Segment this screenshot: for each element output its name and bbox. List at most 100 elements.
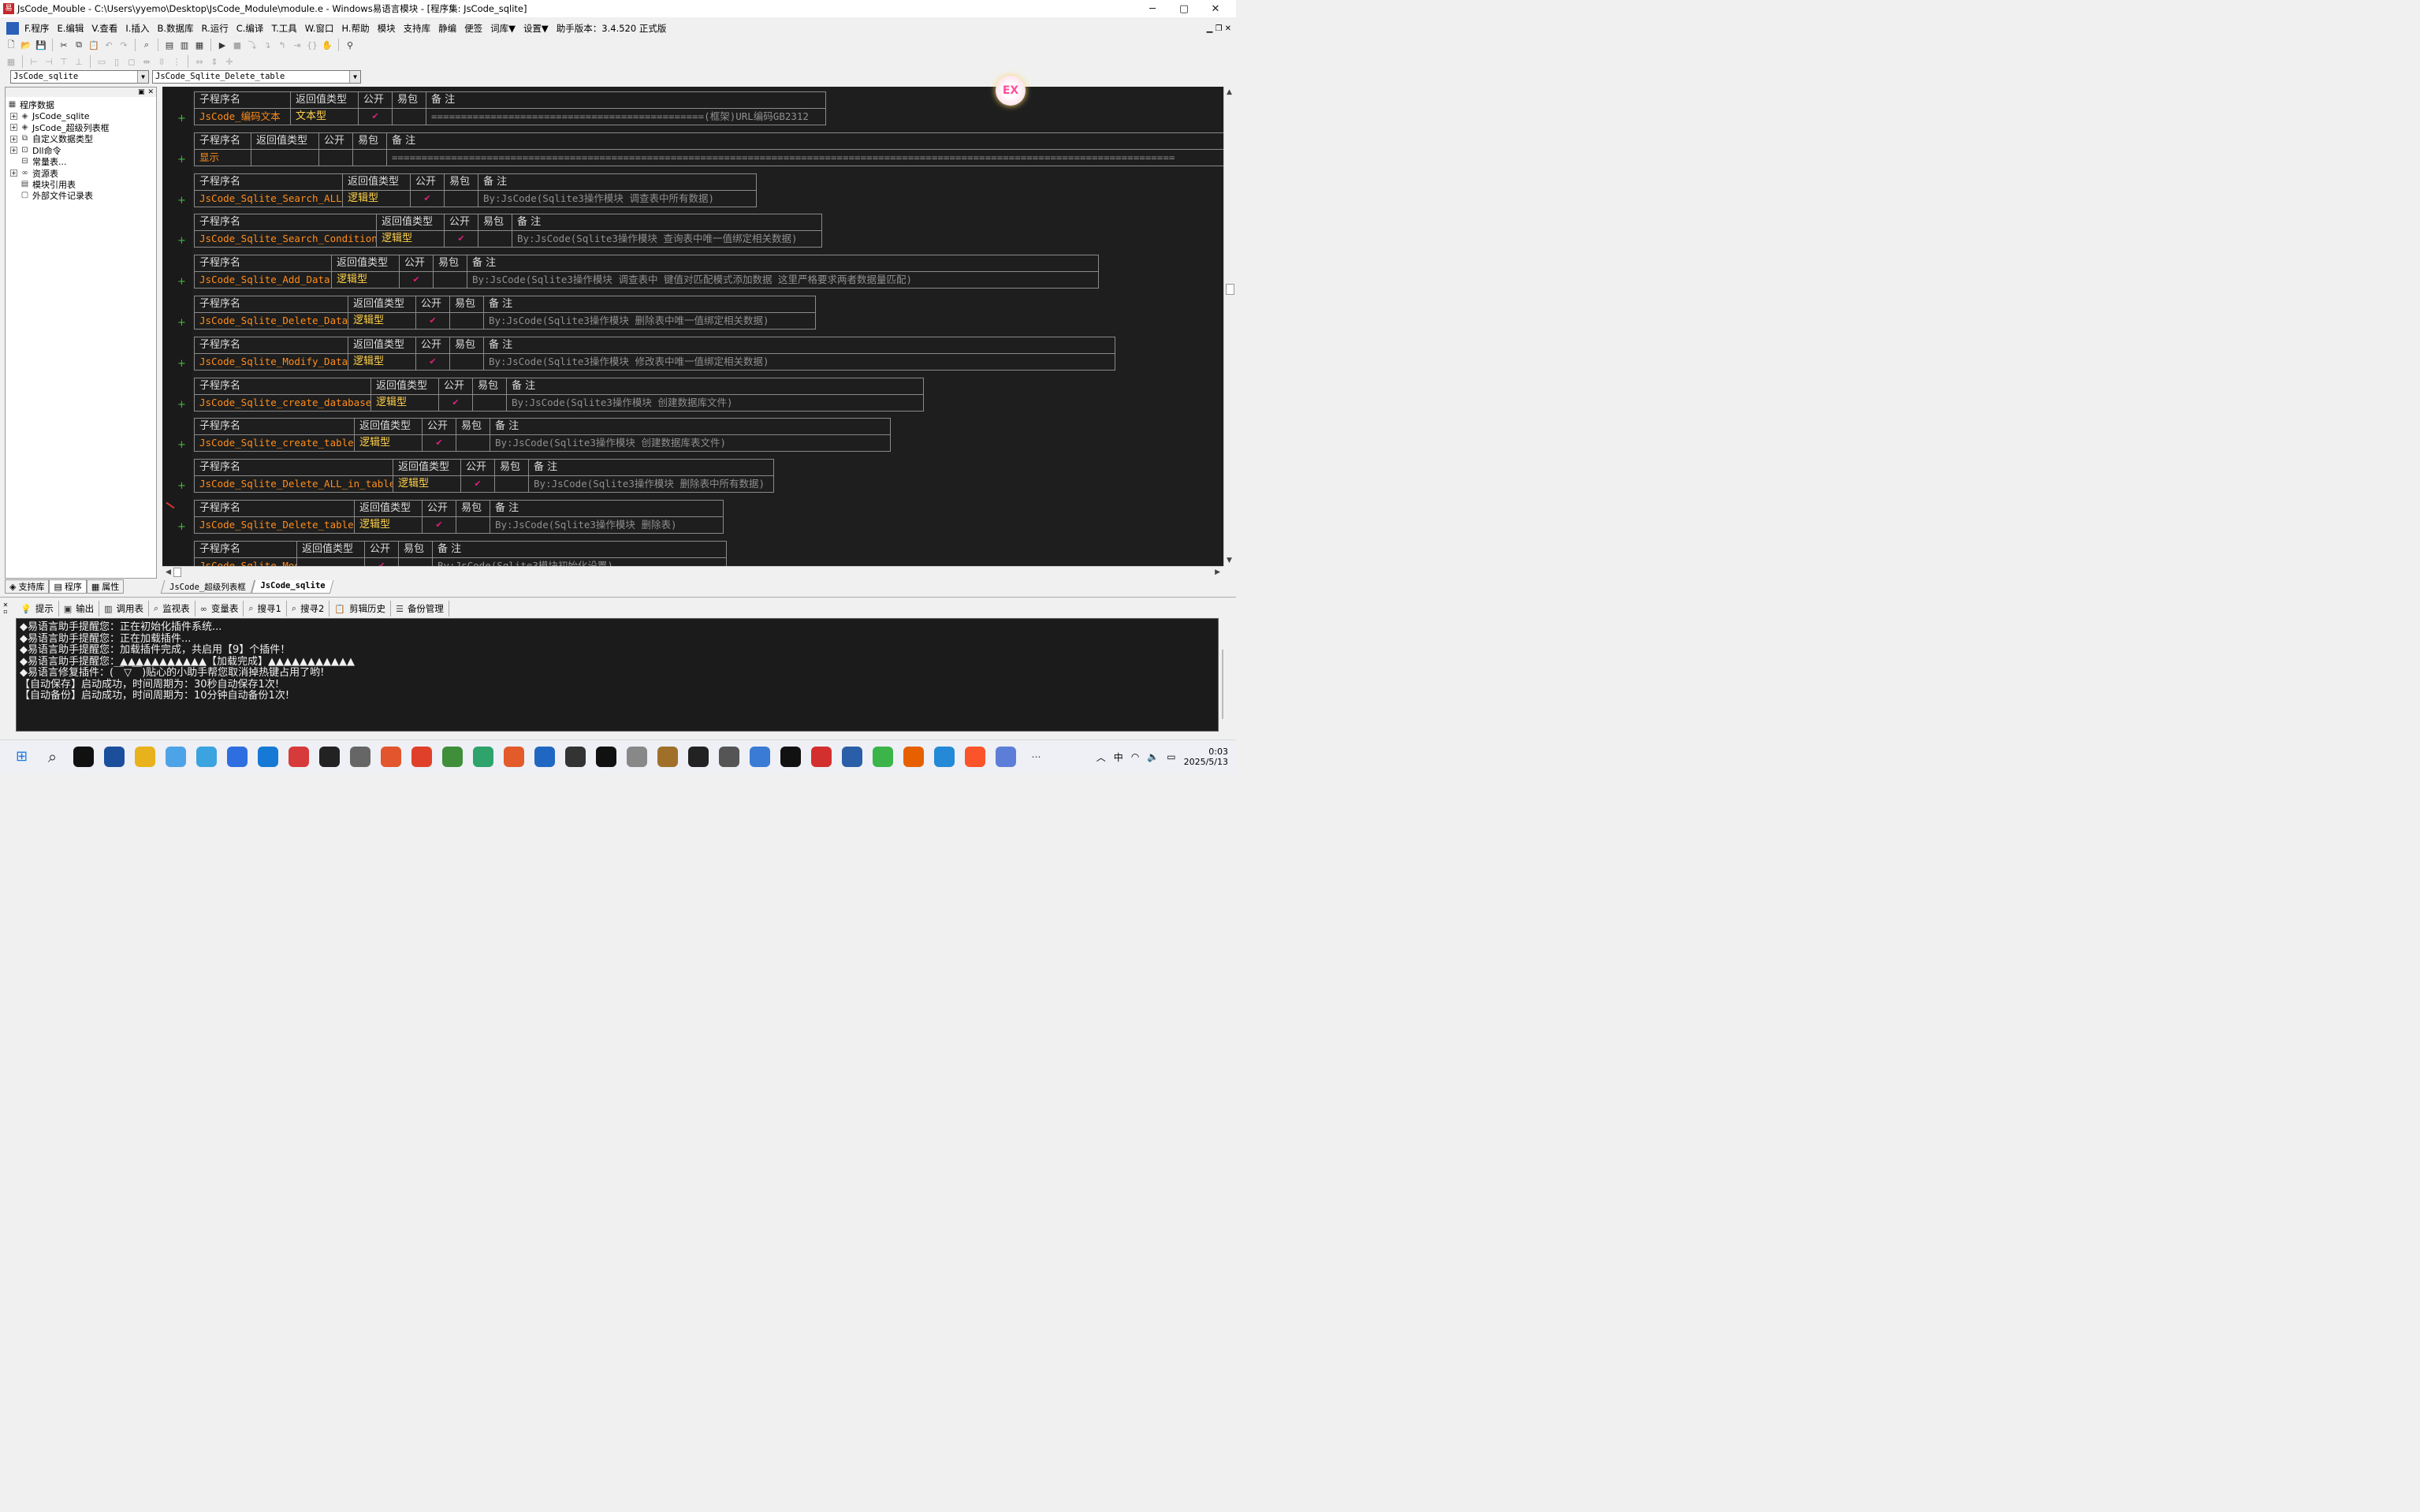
v-spacing-icon[interactable]: ⇳ xyxy=(155,55,168,68)
xmind-icon[interactable] xyxy=(411,746,432,767)
link-icon[interactable] xyxy=(718,746,739,767)
jimmm-icon[interactable] xyxy=(226,746,248,767)
align-center-icon[interactable]: ⊣ xyxy=(43,55,55,68)
console-scrollbar[interactable] xyxy=(1219,618,1234,732)
scroll-thumb[interactable] xyxy=(1226,284,1234,295)
expand-icon[interactable]: + xyxy=(10,147,17,155)
subprogram-note[interactable]: By:JsCode(Sqlite3操作模块 删除表中唯一值绑定相关数据) xyxy=(484,313,815,329)
copy-icon[interactable]: ⧉ xyxy=(73,39,85,51)
step-over-icon[interactable]: ↴ xyxy=(261,39,274,51)
subprogram-row[interactable]: JsCode_Sqlite_Mod ✔ By:JsCode(Sqlite3模块初始化… xyxy=(194,557,727,566)
bottom-tab[interactable]: ▣ 输出 xyxy=(59,601,100,616)
menu-item[interactable]: H.帮助 xyxy=(337,20,373,36)
left-tab[interactable]: ▦ 属性 xyxy=(86,579,125,594)
bottom-panel-controls[interactable]: ✕ ▫ xyxy=(0,602,11,615)
step-cursor-icon[interactable]: ⇥ xyxy=(291,39,303,51)
expand-plus-icon[interactable]: + xyxy=(177,359,186,369)
public-checkbox[interactable]: ✔ xyxy=(423,517,456,533)
subprogram-row[interactable]: JsCode_Sqlite_Delete_table 逻辑型 ✔ By:JsCode(… xyxy=(194,516,724,534)
bottom-tab[interactable]: ⌕ 搜寻1 xyxy=(244,601,287,616)
scroll-right-icon[interactable]: ▶ xyxy=(1215,568,1220,576)
nox-icon[interactable] xyxy=(318,746,340,767)
subprogram-name[interactable]: 显示 xyxy=(195,149,251,166)
center-h-icon[interactable]: ⇔ xyxy=(193,55,206,68)
sg-icon[interactable] xyxy=(349,746,370,767)
menu-item[interactable]: W.窗口 xyxy=(301,20,338,36)
scroll-down-icon[interactable]: ▼ xyxy=(1227,557,1232,564)
expand-plus-icon[interactable]: + xyxy=(177,277,186,287)
menu-item[interactable]: R.运行 xyxy=(198,20,233,36)
easy-package-checkbox[interactable] xyxy=(434,272,467,289)
typora-icon[interactable] xyxy=(626,746,647,767)
subprogram-name[interactable]: JsCode_Sqlite_Search_ALL xyxy=(195,190,343,207)
step-icon[interactable]: ⤵ xyxy=(246,39,259,51)
subprogram-row[interactable]: JsCode_Sqlite_Delete_Data 逻辑型 ✔ By:JsCode(S… xyxy=(194,312,816,330)
subprogram-note[interactable]: By:JsCode(Sqlite3操作模块 删除表) xyxy=(490,517,723,533)
editor-vertical-scrollbar[interactable]: ▲ ▼ xyxy=(1223,87,1236,566)
left-tab[interactable]: ▤ 程序 xyxy=(49,579,87,594)
same-size-icon[interactable]: ◻ xyxy=(125,55,138,68)
remote-icon[interactable] xyxy=(534,746,555,767)
scroll-left-icon[interactable]: ◀ xyxy=(166,568,171,576)
chevron-down-icon[interactable]: ▼ xyxy=(137,71,148,83)
subprogram-row[interactable]: JsCode_Sqlite_Add_Data 逻辑型 ✔ By:JsCode(Sqli… xyxy=(194,271,1099,289)
bottom-tab[interactable]: 💡 提示 xyxy=(16,601,59,616)
return-type[interactable]: 逻辑型 xyxy=(377,231,445,248)
subprogram-name[interactable]: JsCode_Sqlite_Delete_Data xyxy=(195,313,348,329)
subprogram-name[interactable]: JsCode_编码文本 xyxy=(195,109,291,125)
easy-package-checkbox[interactable] xyxy=(495,476,529,493)
menu-item[interactable]: I.插入 xyxy=(121,20,153,36)
save-icon[interactable]: 💾 xyxy=(35,39,47,51)
return-type[interactable]: 逻辑型 xyxy=(371,394,439,411)
menu-item[interactable]: B.数据库 xyxy=(153,20,197,36)
expand-plus-icon[interactable]: + xyxy=(177,400,186,410)
acrobat-icon[interactable] xyxy=(687,746,709,767)
expand-icon[interactable]: + xyxy=(10,113,17,121)
menu-item[interactable]: C.编译 xyxy=(233,20,268,36)
unity-icon[interactable] xyxy=(564,746,586,767)
tree-item[interactable]: + ◈ JsCode_超级列表框 xyxy=(10,122,155,133)
layout-3-icon[interactable]: ▦ xyxy=(193,39,206,51)
subprogram-note[interactable]: By:JsCode(Sqlite3操作模块 查询表中唯一值绑定相关数据) xyxy=(512,231,821,247)
easy-package-checkbox[interactable] xyxy=(456,517,490,533)
subprogram-row[interactable]: JsCode_Sqlite_Search_Condition 逻辑型 ✔ By:JsC… xyxy=(194,230,822,248)
redo-icon[interactable]: ↷ xyxy=(117,39,130,51)
stop-icon[interactable]: ■ xyxy=(231,39,244,51)
h-spacing-icon[interactable]: ⇹ xyxy=(140,55,153,68)
expand-plus-icon[interactable]: + xyxy=(177,522,186,532)
undo-icon[interactable]: ↶ xyxy=(102,39,115,51)
ie-icon[interactable] xyxy=(472,746,493,767)
netease-icon[interactable] xyxy=(288,746,309,767)
subprogram-row[interactable]: JsCode_Sqlite_Search_ALL 逻辑型 ✔ By:JsCode(Sq… xyxy=(194,189,757,207)
menu-item[interactable]: 模块 xyxy=(374,20,400,36)
expand-plus-icon[interactable]: + xyxy=(177,318,186,328)
maximize-button[interactable]: ▢ xyxy=(1168,0,1200,17)
bottom-tab[interactable]: ⌕ 监视表 xyxy=(149,601,195,616)
battery-icon[interactable]: ▭ xyxy=(1167,751,1175,762)
easy-package-checkbox[interactable] xyxy=(353,149,387,166)
easy-package-checkbox[interactable] xyxy=(473,394,507,411)
subprogram-note[interactable]: By:JsCode(Sqlite3操作模块 调查表中所有数据) xyxy=(478,191,756,207)
chevron-down-icon[interactable]: ▼ xyxy=(349,71,360,83)
align-bottom-icon[interactable]: ⊥ xyxy=(73,55,85,68)
public-checkbox[interactable]: ✔ xyxy=(359,109,393,125)
subprogram-row[interactable]: JsCode_编码文本 文本型 ✔ =========================… xyxy=(194,108,826,125)
menu-item[interactable]: 词库▼ xyxy=(486,20,519,36)
find-icon[interactable]: ⌕ xyxy=(140,39,153,51)
menu-item[interactable]: T.工具 xyxy=(267,20,300,36)
subprogram-name[interactable]: JsCode_Sqlite_Mod xyxy=(195,557,297,566)
firefox-icon[interactable] xyxy=(903,746,924,767)
return-type[interactable] xyxy=(251,149,319,166)
subprogram-note[interactable]: By:JsCode(Sqlite3操作模块 修改表中唯一值绑定相关数据) xyxy=(484,354,1115,370)
tree-item[interactable]: + ∞ 资源表 xyxy=(10,167,155,179)
expand-plus-icon[interactable]: + xyxy=(177,114,186,124)
app-ab-icon[interactable] xyxy=(749,746,770,767)
expand-plus-icon[interactable]: + xyxy=(177,196,186,206)
menu-item[interactable]: V.查看 xyxy=(87,20,121,36)
doc-tab[interactable]: JsCode_超级列表框 xyxy=(160,580,255,594)
menu-item[interactable]: 便签 xyxy=(460,20,486,36)
binoculars-icon[interactable]: ⚲ xyxy=(344,39,356,51)
return-type[interactable]: 逻辑型 xyxy=(393,476,461,493)
defender-icon[interactable] xyxy=(103,746,125,767)
expand-plus-icon[interactable]: + xyxy=(177,440,186,450)
